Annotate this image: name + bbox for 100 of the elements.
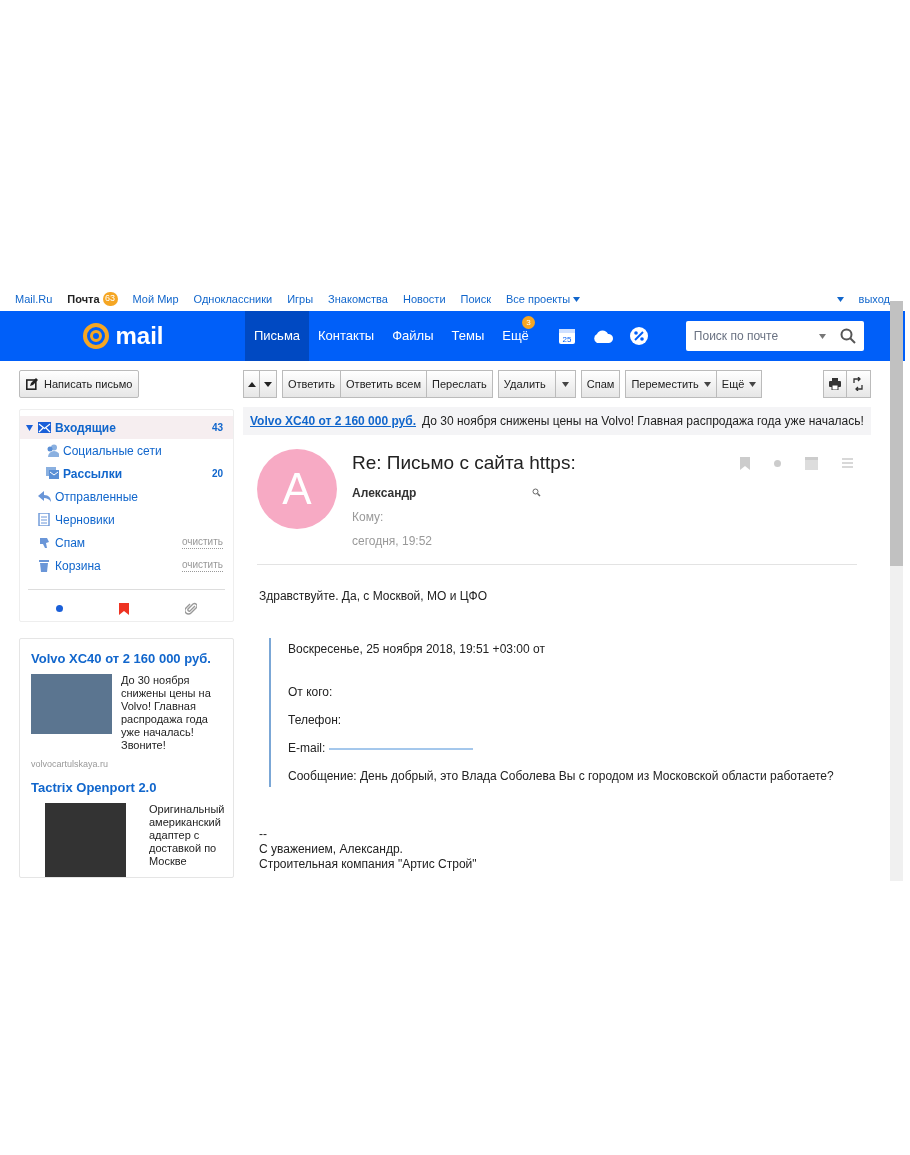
nav-tab[interactable]: Темы — [442, 311, 494, 361]
portal-link[interactable]: Новости — [402, 290, 446, 308]
signature-line: Строительная компания "Артис Строй" — [259, 856, 478, 872]
ad-domain: volvocartulskaya.ru — [31, 757, 110, 771]
signature-line: С уважением, Александр. — [259, 841, 404, 857]
folder-name: Входящие — [55, 419, 116, 437]
newsletters-folder-icon — [46, 467, 59, 480]
nav-tab[interactable]: Ещё 3 — [493, 311, 538, 361]
previous-button[interactable] — [243, 370, 260, 398]
portal-link[interactable]: Мой Мир — [132, 290, 179, 308]
caret-icon — [749, 381, 757, 387]
sender-name: Александр — [352, 484, 417, 502]
portal-link[interactable]: Знакомства — [328, 290, 388, 308]
toolbar-button[interactable]: Ещё — [716, 370, 763, 398]
toolbar-button[interactable]: Ответить — [282, 370, 342, 398]
search-icon[interactable] — [839, 328, 856, 344]
logo-text: mail — [115, 321, 164, 351]
recipient-label: Кому: — [352, 508, 385, 526]
drafts-folder-icon — [38, 513, 51, 526]
arrows-icon — [852, 377, 865, 391]
message-date: сегодня, 19:52 — [352, 532, 434, 550]
message-subject: Re: Письмо с сайта https: — [352, 451, 576, 475]
portal-link[interactable]: Одноклассники — [193, 290, 273, 308]
dot-icon[interactable] — [773, 459, 781, 467]
folder-item[interactable]: Корзина очистить — [20, 554, 233, 577]
at-sign-logo-icon — [81, 321, 112, 351]
down-arrow-icon — [264, 381, 272, 387]
portal-link[interactable]: Mail.Ru — [15, 290, 53, 308]
folder-name: Корзина — [55, 557, 101, 575]
sent-folder-icon — [38, 490, 51, 503]
toolbar-button[interactable]: Переслать — [427, 370, 493, 398]
folder-item[interactable]: Черновики — [20, 508, 233, 531]
ad-link[interactable]: Volvo XC40 от 2 160 000 руб. — [250, 412, 417, 430]
quote-line: E-mail: — [288, 740, 857, 756]
portal-link[interactable]: Все проекты — [506, 290, 581, 308]
ad-title-link[interactable]: Volvo XC40 от 2 160 000 руб. — [31, 649, 222, 669]
printer-icon — [828, 378, 841, 390]
folder-item[interactable]: Рассылки 20 — [20, 462, 233, 485]
caret-icon — [561, 381, 569, 387]
toolbar-button[interactable]: Переместить — [625, 370, 717, 398]
search-icon[interactable] — [532, 488, 542, 497]
folder-name: Отправленные — [55, 488, 138, 506]
unread-count: 20 — [211, 467, 223, 481]
avatar: A — [257, 449, 337, 529]
clear-link[interactable]: очистить — [181, 559, 223, 572]
count-badge: 3 — [521, 316, 535, 329]
print-button[interactable] — [822, 370, 847, 398]
caret-icon — [836, 296, 844, 302]
quote-header: Воскресенье, 25 ноября 2018, 19:51 +03:00 от — [288, 641, 546, 657]
toolbar-button[interactable]: Удалить — [497, 370, 556, 398]
compose-button[interactable]: Написать письмо — [19, 370, 140, 398]
pencil-square-icon — [26, 378, 38, 390]
caret-icon — [703, 381, 711, 387]
caret-icon[interactable] — [818, 334, 826, 339]
ad-text: До 30 ноября снижены цены на Volvo! Главная распродажа года уже началась! — [422, 413, 864, 430]
calendar-icon[interactable]: 25 — [557, 327, 576, 345]
caret-down-icon[interactable] — [26, 424, 33, 431]
cloud-icon[interactable] — [591, 329, 614, 343]
caret-icon — [573, 296, 581, 302]
percent-icon[interactable] — [629, 327, 648, 345]
folder-item[interactable]: Отправленные — [20, 485, 233, 508]
quote-line: Сообщение: День добрый, это Влада Соболева Вы с городом из Московской области работаете? — [288, 768, 835, 784]
translate-button[interactable] — [846, 370, 871, 398]
unread-count: 43 — [211, 421, 223, 435]
nav-tab[interactable]: Письма — [245, 311, 310, 361]
folder-item[interactable]: Входящие 43 — [20, 416, 233, 439]
body-text: Здравствуйте. Да, с Москвой, МО и ЦФО — [259, 588, 489, 604]
signature-line: -- — [259, 826, 268, 842]
folder-name: Черновики — [55, 511, 115, 529]
toolbar-button[interactable]: Спам — [580, 370, 621, 398]
portal-link[interactable]: Почта 63 — [67, 290, 118, 308]
folder-item[interactable]: Социальные сети — [20, 439, 233, 462]
logout-link[interactable]: выход — [858, 290, 890, 308]
scrollbar[interactable] — [890, 301, 903, 881]
quote-line: От кого: — [288, 684, 334, 700]
bookmark-icon[interactable] — [119, 602, 129, 615]
trash-folder-icon — [38, 559, 51, 572]
folder-name: Рассылки — [63, 465, 123, 483]
up-arrow-icon — [247, 381, 256, 387]
folder-item[interactable]: Спам очистить — [20, 531, 233, 554]
toolbar-button[interactable]: Ответить всем — [341, 370, 427, 398]
unread-dot-icon[interactable] — [56, 605, 63, 612]
ad-text: Оригинальный американский адаптер с доставкой по Москве — [149, 802, 225, 869]
clear-link[interactable]: очистить — [181, 536, 223, 549]
inbox-folder-icon — [38, 421, 51, 434]
folder-name: Спам — [55, 534, 86, 552]
ad-title-link[interactable]: Tactrix Openport 2.0 — [31, 778, 222, 798]
mail-logo[interactable]: mail — [0, 318, 245, 354]
social-folder-icon — [46, 444, 59, 457]
folder-name: Социальные сети — [63, 442, 162, 460]
count-badge: 63 — [102, 292, 118, 306]
paperclip-icon[interactable] — [185, 602, 197, 615]
search-field[interactable]: Поиск по почте — [685, 321, 864, 351]
portal-link[interactable]: Игры — [287, 290, 314, 308]
dropdown-button[interactable] — [555, 370, 576, 398]
portal-link[interactable]: Поиск — [460, 290, 492, 308]
nav-tab[interactable]: Контакты — [309, 311, 384, 361]
next-button[interactable] — [260, 370, 277, 398]
spam-folder-icon — [38, 536, 51, 549]
nav-tab[interactable]: Файлы — [383, 311, 443, 361]
